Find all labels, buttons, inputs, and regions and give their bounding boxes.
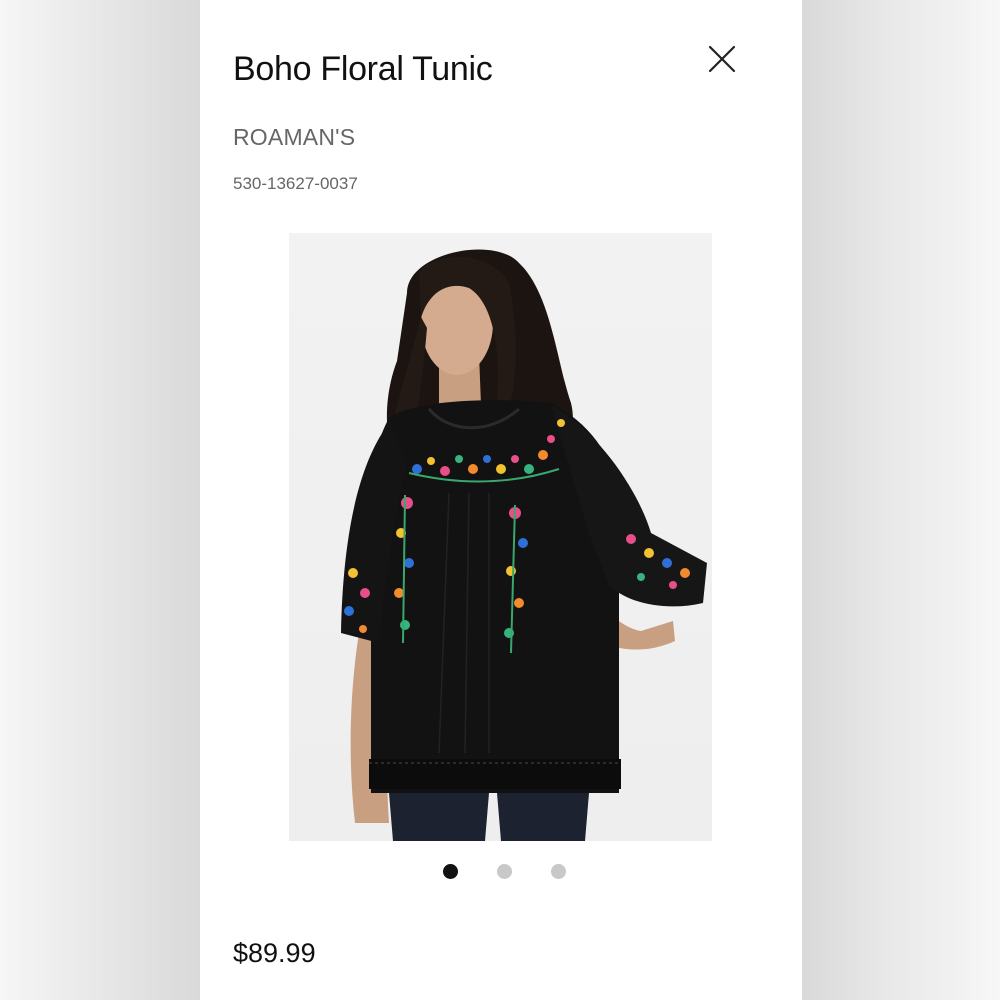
backdrop-right: [802, 0, 1000, 1000]
product-detail-sheet: Boho Floral Tunic ROAMAN'S 530-13627-003…: [200, 0, 802, 1000]
pagination-dot-3[interactable]: [551, 864, 566, 879]
backdrop-left: [0, 0, 200, 1000]
product-image[interactable]: [289, 233, 712, 841]
product-photo: [289, 233, 712, 841]
image-pagination: [443, 864, 573, 880]
product-sku: 530-13627-0037: [233, 174, 358, 193]
product-price: $89.99: [233, 938, 316, 968]
pagination-dot-1[interactable]: [443, 864, 458, 879]
product-brand: ROAMAN'S: [233, 124, 356, 150]
close-icon: [708, 45, 736, 73]
close-button[interactable]: [704, 42, 740, 78]
product-title: Boho Floral Tunic: [233, 50, 493, 88]
pagination-dot-2[interactable]: [497, 864, 512, 879]
